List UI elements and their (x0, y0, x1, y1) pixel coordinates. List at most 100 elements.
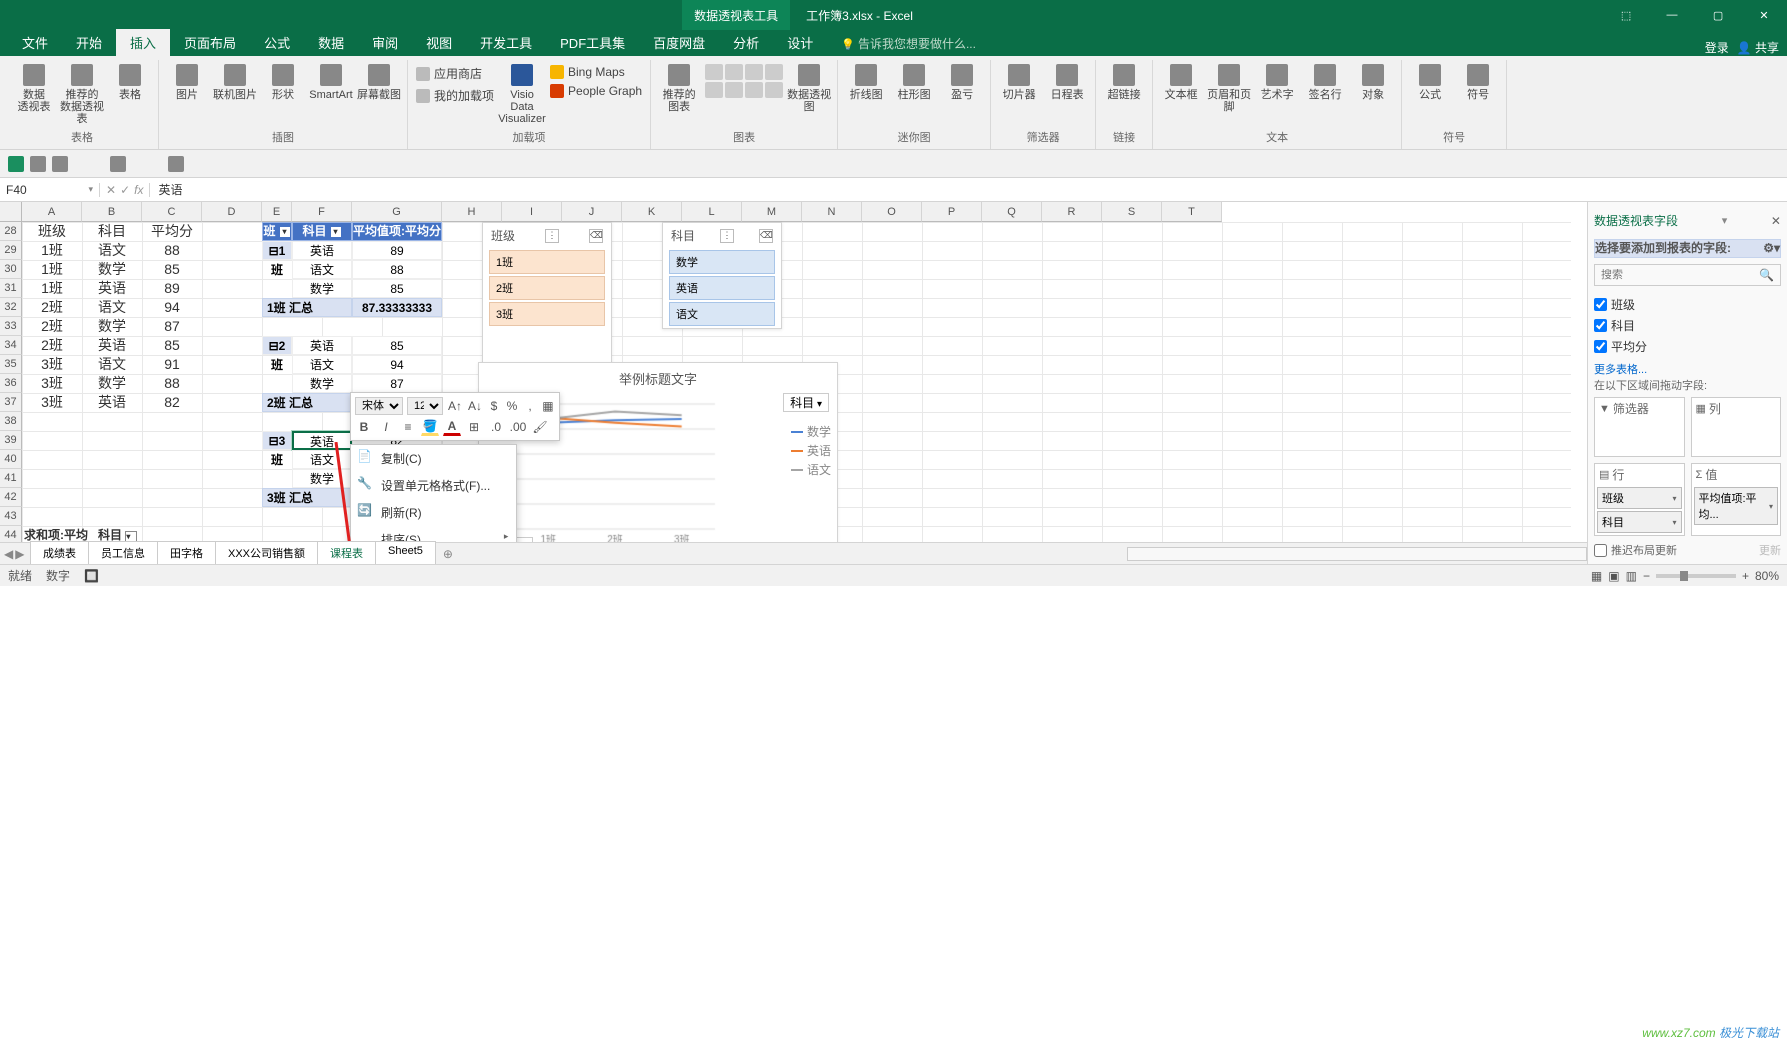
row-header[interactable]: 28 (0, 222, 22, 241)
save-icon[interactable] (8, 156, 24, 172)
name-box[interactable]: F40 (0, 183, 100, 197)
ribbon-button[interactable]: 文本框 (1159, 60, 1203, 101)
menu-item[interactable]: 复制(C)📄 (351, 445, 516, 472)
tab-developer[interactable]: 开发工具 (466, 29, 546, 56)
pivot-header[interactable]: 平均值项:平均分 (352, 222, 442, 241)
ribbon-button[interactable]: 推荐的图表 (657, 60, 701, 113)
dec-decimal-icon[interactable]: .0 (487, 418, 505, 436)
minimize-icon[interactable]: — (1649, 0, 1695, 30)
ribbon-button[interactable]: 柱形图 (892, 60, 936, 101)
zoom-in-icon[interactable]: + (1742, 569, 1749, 583)
new-sheet-button[interactable]: ⊕ (435, 544, 461, 564)
touch-mode-icon[interactable] (110, 156, 126, 172)
undo-icon[interactable] (30, 156, 46, 172)
zoom-out-icon[interactable]: − (1643, 569, 1650, 583)
sheet-tab[interactable]: 成绩表 (30, 541, 89, 564)
sheet-tab[interactable]: 员工信息 (88, 541, 158, 564)
ribbon-button[interactable]: 超链接 (1102, 60, 1146, 101)
tab-formulas[interactable]: 公式 (250, 29, 304, 56)
pivot-cell[interactable]: 85 (352, 279, 442, 298)
maximize-icon[interactable]: ▢ (1695, 0, 1741, 30)
tab-review[interactable]: 审阅 (358, 29, 412, 56)
inc-decimal-icon[interactable]: .00 (509, 418, 527, 436)
column-header[interactable]: T (1162, 202, 1222, 222)
tab-nav-next[interactable]: ▶ (15, 547, 24, 561)
sheet-tab[interactable]: 课程表 (317, 541, 376, 564)
row-header[interactable]: 30 (0, 260, 22, 279)
column-header[interactable]: A (22, 202, 82, 222)
tab-view[interactable]: 视图 (412, 29, 466, 56)
column-header[interactable]: K (622, 202, 682, 222)
columns-area[interactable]: ▦ 列 (1691, 397, 1782, 457)
ribbon-button[interactable]: 数据透视表 (12, 60, 56, 113)
column-header[interactable]: G (352, 202, 442, 222)
decrease-font-icon[interactable]: A↓ (467, 397, 483, 415)
field-item[interactable]: 班级 (1594, 294, 1781, 315)
chart-type-icon[interactable] (725, 82, 743, 98)
column-header[interactable]: P (922, 202, 982, 222)
column-header[interactable]: R (1042, 202, 1102, 222)
ribbon-button[interactable]: 盈亏 (940, 60, 984, 101)
area-chip[interactable]: 班级 (1597, 487, 1682, 509)
ribbon-button[interactable]: 艺术字 (1255, 60, 1299, 101)
pane-close-icon[interactable]: ✕ (1771, 214, 1781, 228)
area-chip[interactable]: 平均值项:平均... (1694, 487, 1779, 525)
row-header[interactable]: 39 (0, 431, 22, 450)
font-color-icon[interactable]: A (443, 418, 461, 436)
pivot-cell[interactable]: 数学 (292, 279, 352, 298)
view-layout-icon[interactable]: ▣ (1608, 569, 1619, 583)
column-headers[interactable]: ABCDEFGHIJKLMNOPQRST (22, 202, 1571, 222)
formula-input[interactable]: 英语 (150, 181, 1787, 198)
view-normal-icon[interactable]: ▦ (1591, 569, 1602, 583)
ribbon-button[interactable]: 公式 (1408, 60, 1452, 101)
fx-icon[interactable]: fx (134, 183, 143, 197)
slicer-subject[interactable]: 科目⋮⌫ 数学英语语文 (662, 222, 782, 329)
format-painter-icon[interactable]: 🖌 (531, 418, 549, 436)
column-header[interactable]: F (292, 202, 352, 222)
tab-data[interactable]: 数据 (304, 29, 358, 56)
ribbon-button[interactable]: 页眉和页脚 (1207, 60, 1251, 113)
row-header[interactable]: 36 (0, 374, 22, 393)
ribbon-button[interactable]: 表格 (108, 60, 152, 101)
row-header[interactable]: 42 (0, 488, 22, 507)
preview-icon[interactable] (168, 156, 184, 172)
series-filter[interactable]: 科目 ▾ (783, 393, 829, 412)
pivot-cell[interactable]: 94 (352, 355, 442, 374)
column-header[interactable]: I (502, 202, 562, 222)
italic-icon[interactable]: I (377, 418, 395, 436)
redo-icon[interactable] (52, 156, 68, 172)
field-item[interactable]: 科目 (1594, 315, 1781, 336)
area-chip[interactable]: 科目 (1597, 511, 1682, 533)
row-header[interactable]: 40 (0, 450, 22, 469)
row-header[interactable]: 37 (0, 393, 22, 412)
pivot-cell[interactable]: 语文 (292, 450, 352, 469)
field-search[interactable]: 🔍 (1594, 264, 1781, 286)
field-checkbox[interactable] (1594, 340, 1607, 353)
ribbon-button[interactable]: SmartArt (309, 60, 353, 101)
pivot-cell[interactable]: 数学 (292, 374, 352, 393)
pivot-cell[interactable]: 87 (352, 374, 442, 393)
tab-baidu[interactable]: 百度网盘 (639, 29, 719, 56)
sheet-tab[interactable]: XXX公司销售额 (215, 541, 318, 564)
column-header[interactable]: O (862, 202, 922, 222)
app-store-button[interactable]: 应用商店 (414, 64, 496, 83)
ribbon-button[interactable]: 签名行 (1303, 60, 1347, 101)
tab-design[interactable]: 设计 (773, 29, 827, 56)
size-select[interactable]: 12 (407, 397, 443, 415)
share-button[interactable]: 👤 共享 (1737, 39, 1779, 56)
pivot-cell[interactable]: 英语 (292, 336, 352, 355)
column-header[interactable]: J (562, 202, 622, 222)
view-pagebreak-icon[interactable]: ▥ (1626, 569, 1637, 583)
slicer-item[interactable]: 数学 (669, 250, 775, 274)
field-checkbox[interactable] (1594, 319, 1607, 332)
column-header[interactable]: M (742, 202, 802, 222)
search-input[interactable] (1601, 269, 1759, 281)
increase-font-icon[interactable]: A↑ (447, 397, 463, 415)
tellme-input[interactable]: 💡 告诉我您想要做什么... (827, 31, 990, 56)
format-icon[interactable]: ▦ (541, 397, 555, 415)
cancel-fx-icon[interactable]: ✕ (106, 183, 116, 197)
tab-insert[interactable]: 插入 (116, 29, 170, 56)
ribbon-button[interactable]: 图片 (165, 60, 209, 101)
slicer-item[interactable]: 2班 (489, 276, 605, 300)
ribbon-button[interactable]: 屏幕截图 (357, 60, 401, 101)
